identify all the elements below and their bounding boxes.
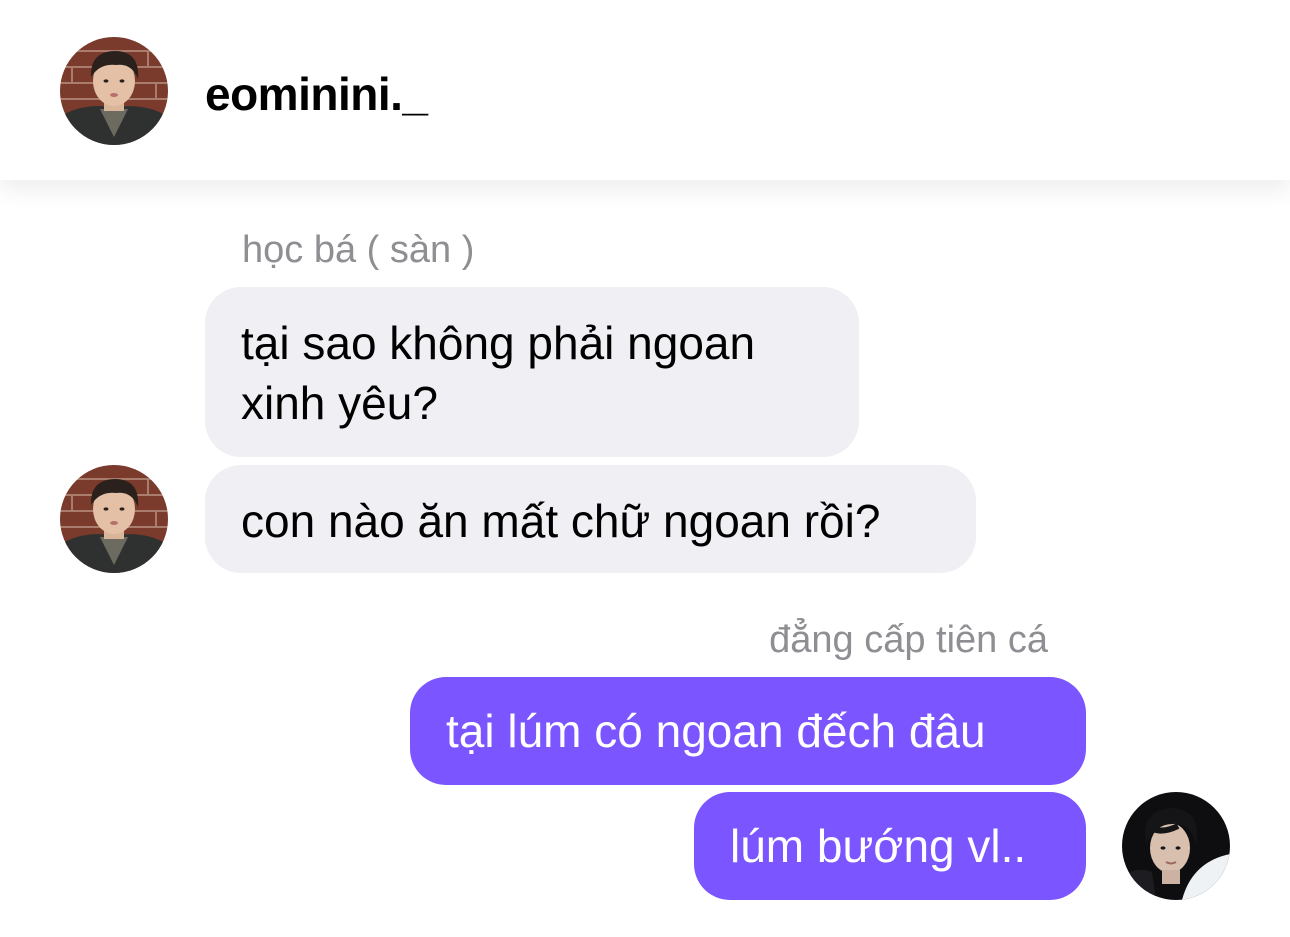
outgoing-message-bubble[interactable]: lúm bướng vl.. xyxy=(694,792,1086,900)
reply-context-label: học bá ( sàn ) xyxy=(242,229,475,271)
reply-context-label: đẳng cấp tiên cá xyxy=(769,619,1048,661)
message-text-line: con nào ăn mất chữ ngoan rồi? xyxy=(241,495,881,547)
message-text-line: lúm bướng vl.. xyxy=(730,820,1027,872)
message-text-line: tại sao không phải ngoan xyxy=(241,317,756,369)
chat-header: eominini._ xyxy=(0,0,1290,180)
contact-username[interactable]: eominini._ xyxy=(205,66,428,122)
contact-avatar[interactable] xyxy=(60,37,168,145)
message-text-line: xinh yêu? xyxy=(241,377,438,429)
profile-photo-icon xyxy=(60,37,168,145)
incoming-message-bubble[interactable]: con nào ăn mất chữ ngoan rồi? xyxy=(205,465,976,573)
sender-avatar[interactable] xyxy=(60,465,168,573)
message-text-line: tại lúm có ngoan đếch đâu xyxy=(446,705,986,757)
message-thread: học bá ( sàn ) tại sao không phải ngoan … xyxy=(0,180,1290,937)
own-avatar[interactable] xyxy=(1122,792,1230,900)
incoming-message-bubble[interactable]: tại sao không phải ngoan xinh yêu? xyxy=(205,287,859,457)
profile-photo-icon xyxy=(1122,792,1230,900)
outgoing-message-bubble[interactable]: tại lúm có ngoan đếch đâu xyxy=(410,677,1086,785)
profile-photo-icon xyxy=(60,465,168,573)
